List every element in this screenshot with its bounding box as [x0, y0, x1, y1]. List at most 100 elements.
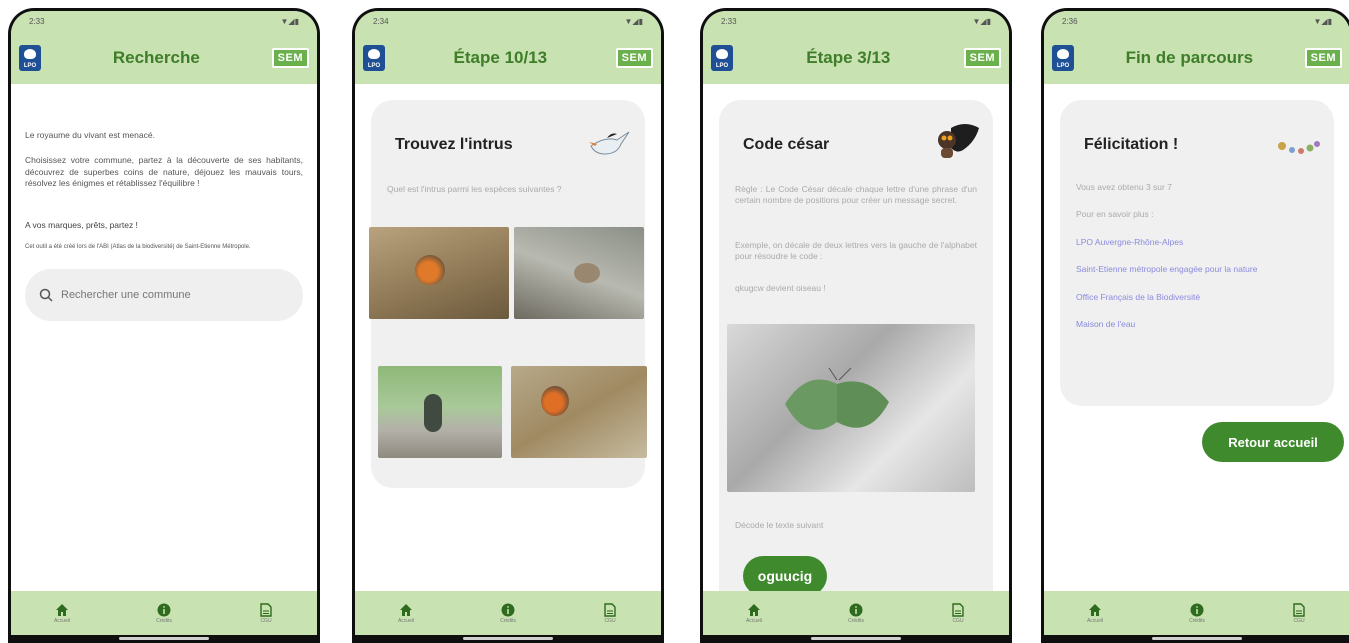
- nav-credits[interactable]: Crédits: [1189, 602, 1205, 624]
- nav-home[interactable]: Accueil: [746, 602, 762, 624]
- status-time: 2:33: [29, 16, 45, 26]
- decode-label: Décode le texte suivant: [735, 520, 824, 530]
- card-title: Code césar: [743, 136, 830, 153]
- sem-logo[interactable]: SEM: [271, 47, 309, 68]
- nav-credits[interactable]: Crédits: [500, 602, 516, 624]
- bottom-nav: Accueil Crédits CGU: [1044, 591, 1349, 635]
- phone-end: 2:36 ▼◢▮ LPO Fin de parcours SEM Félicit…: [1041, 8, 1349, 643]
- cipher-card: Code césar Règle : Le Code César décale …: [719, 100, 993, 591]
- nav-home[interactable]: Accueil: [398, 602, 414, 624]
- link-maison-eau[interactable]: Maison de l'eau: [1076, 319, 1318, 330]
- nav-cgu[interactable]: CGU: [602, 602, 618, 624]
- home-indicator: [11, 635, 317, 643]
- option-bird-branch[interactable]: [514, 227, 644, 319]
- lpo-logo[interactable]: LPO: [363, 44, 385, 71]
- lpo-logo[interactable]: LPO: [19, 44, 41, 71]
- page-title: Recherche: [112, 47, 200, 67]
- nav-home[interactable]: Accueil: [54, 602, 70, 624]
- option-robin-nest[interactable]: [511, 366, 647, 458]
- page-title: Fin de parcours: [1125, 47, 1254, 67]
- sem-logo[interactable]: SEM: [615, 47, 653, 68]
- status-time: 2:33: [721, 16, 737, 26]
- status-time: 2:36: [1062, 16, 1078, 26]
- end-content: Félicitation ! Vous avez obtenu 3 sur 7 …: [1044, 84, 1349, 591]
- status-bar: 2:36 ▼◢▮: [1044, 11, 1349, 31]
- sem-logo[interactable]: SEM: [1304, 47, 1342, 68]
- link-sem[interactable]: Saint-Etienne métropole engagée pour la …: [1076, 264, 1318, 275]
- signal-icon: ▼◢▮: [624, 16, 643, 26]
- quiz-card: Trouvez l'intrus Quel est l'intrus parmi…: [369, 100, 647, 488]
- intro-text: Le royaume du vivant est menacé.: [25, 130, 155, 140]
- sem-logo[interactable]: SEM: [963, 47, 1001, 68]
- page-title: Étape 3/13: [806, 47, 891, 67]
- document-icon: [952, 603, 964, 617]
- bottom-nav: Accueil Crédits CGU: [11, 591, 317, 635]
- document-icon: [604, 603, 616, 617]
- search-content: Le royaume du vivant est menacé. Choisis…: [11, 84, 317, 591]
- screen: 2:33 ▼◢▮ LPO Recherche SEM Le royaume du…: [11, 11, 317, 643]
- moth-icon: [785, 367, 889, 430]
- document-icon: [1293, 603, 1305, 617]
- cipher-example-2: qkugcw devient oiseau !: [735, 283, 826, 293]
- status-bar: 2:33 ▼◢▮: [11, 11, 317, 31]
- quiz-content: Trouvez l'intrus Quel est l'intrus parmi…: [355, 84, 661, 591]
- cipher-content: Code césar Règle : Le Code César décale …: [703, 84, 1009, 591]
- search-placeholder: Rechercher une commune: [61, 289, 191, 302]
- home-icon: [56, 604, 69, 616]
- home-icon: [400, 604, 413, 616]
- phone-step-3: 2:33 ▼◢▮ LPO Étape 3/13 SEM Code césar R…: [700, 8, 1012, 643]
- nav-cgu[interactable]: CGU: [1291, 602, 1307, 624]
- more-text: Pour en savoir plus :: [1076, 209, 1154, 220]
- tern-bird-icon: [589, 131, 630, 155]
- links-block: Vous avez obtenu 3 sur 7 Pour en savoir …: [1076, 182, 1318, 331]
- code-answer-button[interactable]: oguucig: [743, 556, 827, 591]
- option-robin-ground[interactable]: [369, 227, 509, 319]
- card-title: Félicitation !: [1084, 136, 1179, 153]
- signal-icon: ▼◢▮: [1313, 16, 1332, 26]
- nav-credits[interactable]: Crédits: [156, 602, 172, 624]
- home-indicator: [1044, 635, 1349, 643]
- screen: 2:34 ▼◢▮ LPO Étape 10/13 SEM Trouvez l'i…: [355, 11, 661, 643]
- document-icon: [260, 603, 272, 617]
- option-bird-rear[interactable]: [378, 366, 502, 458]
- bottom-nav: Accueil Crédits CGU: [355, 591, 661, 635]
- lpo-logo[interactable]: LPO: [711, 44, 733, 71]
- cipher-example: Exemple, on décale de deux lettres vers …: [735, 240, 977, 262]
- cta-text: A vos marques, prêts, partez !: [25, 219, 138, 230]
- app-header: LPO Étape 10/13 SEM: [355, 31, 661, 84]
- back-home-button[interactable]: Retour accueil: [1202, 422, 1344, 462]
- link-ofb[interactable]: Office Français de la Biodiversité: [1076, 292, 1318, 303]
- signal-icon: ▼◢▮: [280, 16, 299, 26]
- body-text: Choisissez votre commune, partez à la dé…: [25, 155, 303, 189]
- info-icon: [1190, 603, 1204, 617]
- screen: 2:36 ▼◢▮ LPO Fin de parcours SEM Félicit…: [1044, 11, 1349, 643]
- home-indicator: [703, 635, 1009, 643]
- home-indicator: [355, 635, 661, 643]
- nav-credits[interactable]: Crédits: [848, 602, 864, 624]
- score-text: Vous avez obtenu 3 sur 7: [1076, 182, 1172, 192]
- status-bar: 2:34 ▼◢▮: [355, 11, 661, 31]
- app-header: LPO Étape 3/13 SEM: [703, 31, 1009, 84]
- cipher-rule: Règle : Le Code César décale chaque lett…: [735, 184, 977, 206]
- home-icon: [748, 604, 761, 616]
- app-header: LPO Fin de parcours SEM: [1044, 31, 1349, 84]
- nav-cgu[interactable]: CGU: [950, 602, 966, 624]
- bottom-nav: Accueil Crédits CGU: [703, 591, 1009, 635]
- home-icon: [1089, 604, 1102, 616]
- status-time: 2:34: [373, 16, 389, 26]
- phone-search: 2:33 ▼◢▮ LPO Recherche SEM Le royaume du…: [8, 8, 320, 643]
- result-card: Félicitation ! Vous avez obtenu 3 sur 7 …: [1060, 100, 1334, 406]
- lpo-logo[interactable]: LPO: [1052, 44, 1074, 71]
- link-lpo[interactable]: LPO Auvergne-Rhône-Alpes: [1076, 237, 1318, 248]
- info-icon: [157, 603, 171, 617]
- moth-photo: [727, 324, 975, 492]
- nav-cgu[interactable]: CGU: [258, 602, 274, 624]
- bat-owl-icon: [938, 124, 979, 158]
- search-icon: [39, 289, 53, 302]
- info-icon: [501, 603, 515, 617]
- nav-home[interactable]: Accueil: [1087, 602, 1103, 624]
- status-bar: 2:33 ▼◢▮: [703, 11, 1009, 31]
- note-text: Cet outil a été créé lors de l'ABI (Atla…: [25, 244, 251, 251]
- screenshot-stage: 2:33 ▼◢▮ LPO Recherche SEM Le royaume du…: [0, 0, 1349, 643]
- search-input[interactable]: Rechercher une commune: [25, 269, 303, 322]
